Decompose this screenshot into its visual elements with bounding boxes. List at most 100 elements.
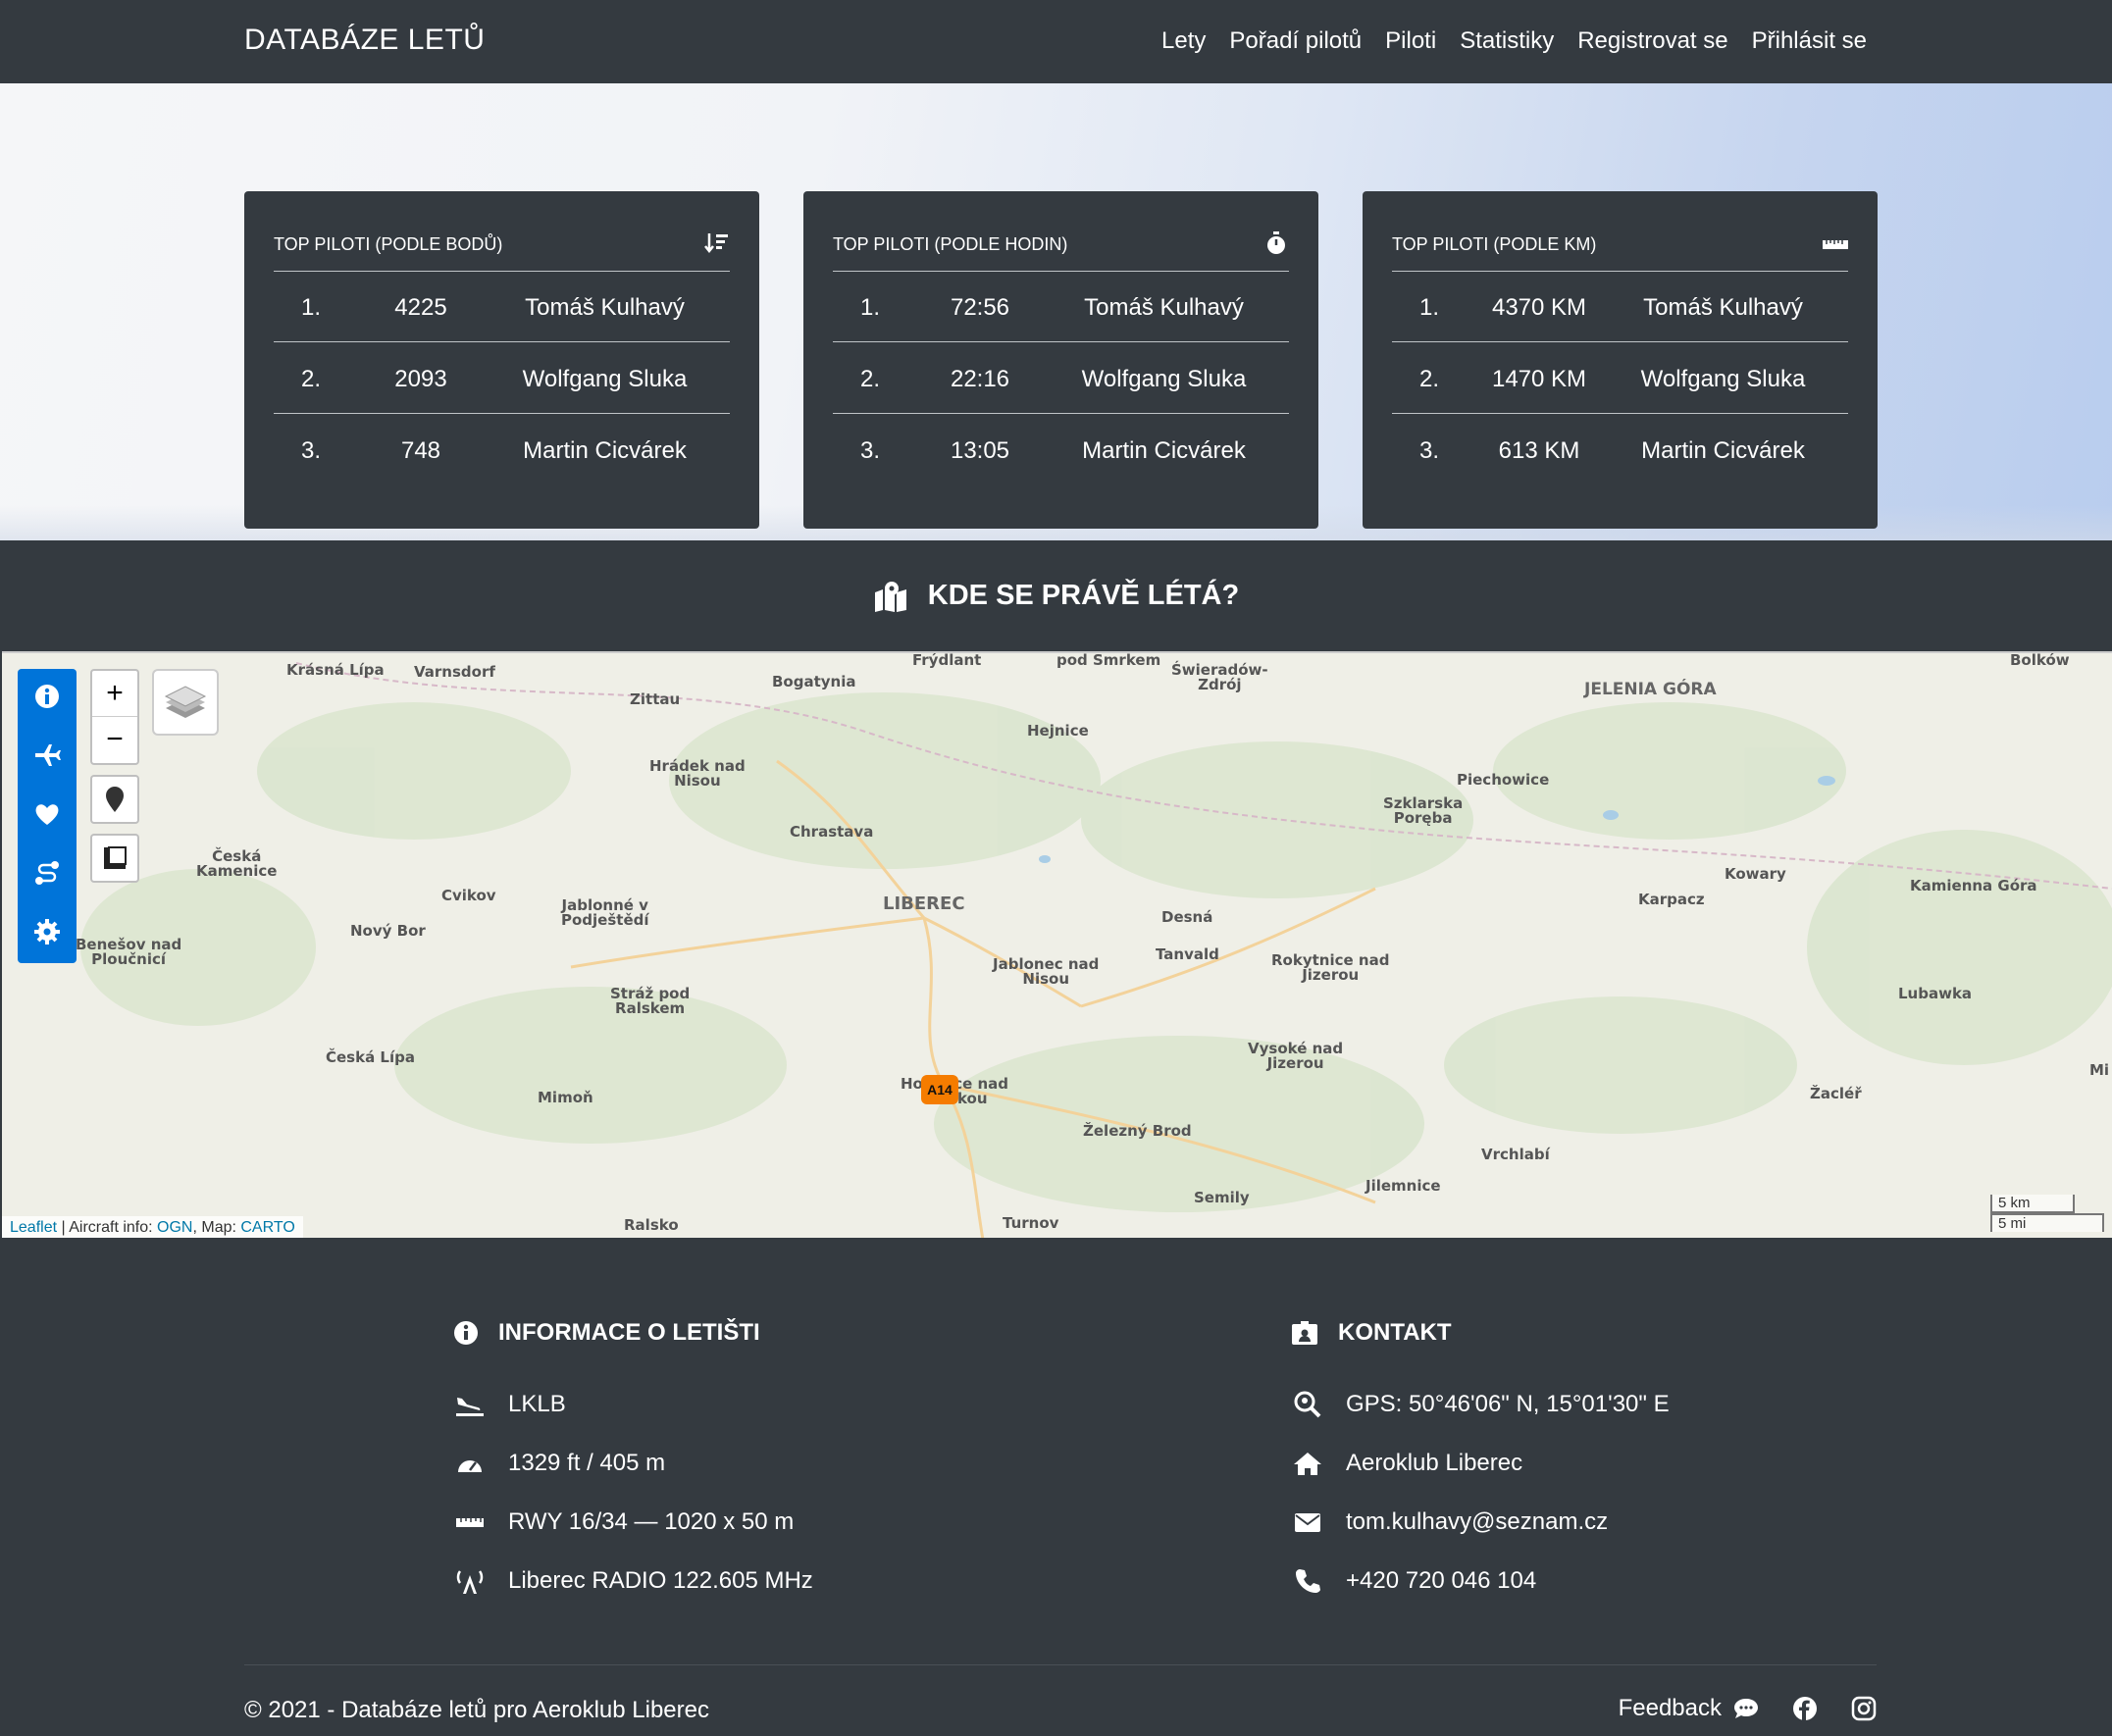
pilot-name: Martin Cicvárek [1082,437,1246,464]
zoom-out-button[interactable]: − [92,716,137,762]
plane-landing-icon [456,1398,484,1416]
map-attribution: Leaflet | Aircraft info: OGN, Map: CARTO [2,1216,303,1240]
map-place-label: Chrastava [790,823,874,841]
leaflet-link[interactable]: Leaflet [10,1219,57,1236]
attribution-text: | Aircraft info: [57,1219,158,1236]
home-icon [1294,1453,1321,1475]
gear-icon[interactable] [31,916,63,947]
map-place-label: Mi [2089,1061,2110,1079]
contact-gps: GPS: 50°46'06" N, 15°01'30" E [1291,1375,1670,1434]
nav-link-prihlasit[interactable]: Přihlásit se [1752,27,1867,55]
top-pilots-km-card: TOP PILOTI (PODLE KM) 1. 4370 KM Tomáš K… [1363,191,1878,529]
locate-button[interactable] [90,775,139,824]
layers-button[interactable] [152,669,219,736]
table-row: 1. 72:56 Tomáš Kulhavý [833,271,1289,342]
map-place-label: LIBEREC [883,894,965,914]
aircraft-marker[interactable]: A14 [921,1075,958,1104]
nav-link-lety[interactable]: Lety [1161,27,1206,55]
contact-email-link[interactable]: tom.kulhavy@seznam.cz [1346,1508,1608,1536]
main-nav: Lety Pořadí pilotů Piloti Statistiky Reg… [1161,27,1867,55]
map-place-label: Lubawka [1898,985,1973,1002]
stopwatch-icon [1267,231,1285,254]
footer-links: Feedback [1619,1695,1877,1722]
copyright: © 2021 - Databáze letů pro Aeroklub Libe… [244,1697,709,1723]
nav-link-poradi-pilotu[interactable]: Pořadí pilotů [1229,27,1362,55]
carto-link[interactable]: CARTO [240,1219,294,1236]
broadcast-tower-icon [456,1570,484,1594]
measure-button[interactable] [90,834,139,883]
route-icon[interactable] [31,857,63,889]
feedback-label: Feedback [1618,1695,1722,1721]
hours-value: 22:16 [950,366,1010,392]
rank: 2. [1419,366,1440,392]
contact-phone: +420 720 046 104 [1291,1552,1670,1610]
heart-icon[interactable] [31,798,63,830]
table-row: 3. 613 KM Martin Cicvárek [1392,414,1848,485]
map-place-label: Desná [1161,908,1213,926]
map-place-label: Železný Brod [1083,1122,1192,1140]
map-place-label: Vysoké nad Jizerou [1248,1040,1344,1072]
airport-info-column: INFORMACE O LETIŠTI LKLB 1329 ft / 405 m… [453,1316,813,1610]
scale-km: 5 km [1990,1195,2075,1213]
map-place-label: JELENIA GÓRA [1584,680,1717,699]
instagram-icon[interactable] [1851,1696,1877,1721]
hours-value: 13:05 [950,437,1010,464]
ruler-icon [456,1518,484,1527]
contact-column: KONTAKT GPS: 50°46'06" N, 15°01'30" E Ae… [1291,1316,1670,1610]
airport-runway-text: RWY 16/34 — 1020 x 50 m [508,1508,795,1535]
card-title: TOP PILOTI (PODLE KM) [1392,234,1597,254]
km-value: 1470 KM [1491,366,1587,392]
feedback-link[interactable]: Feedback [1619,1695,1759,1722]
km-value: 613 KM [1498,437,1580,464]
brand-link[interactable]: DATABÁZE LETŮ [244,24,485,57]
info-circle-icon[interactable] [31,681,63,712]
hero-section: TOP PILOTI (PODLE BODŮ) 1. 4225 Tomáš Ku… [0,83,2112,540]
map-place-label: Žacléř [1810,1085,1862,1102]
scale-mi: 5 mi [1990,1213,2104,1232]
footer: INFORMACE O LETIŠTI LKLB 1329 ft / 405 m… [0,1238,2112,1736]
nav-link-registrovat[interactable]: Registrovat se [1577,27,1727,55]
map-place-label: Vrchlabí [1481,1146,1550,1163]
contact-title: KONTAKT [1338,1319,1452,1346]
map-marked-icon [874,581,906,612]
zoom-in-button[interactable]: + [92,671,137,716]
airport-icao: LKLB [453,1375,813,1434]
airport-radio-text: Liberec RADIO 122.605 MHz [508,1567,813,1594]
top-pilots-hours-card: TOP PILOTI (PODLE HODIN) 1. 72:56 Tomáš … [803,191,1318,529]
rank: 2. [301,366,322,392]
map-place-label: Świeradów- Zdrój [1171,661,1268,693]
card-title: TOP PILOTI (PODLE BODŮ) [274,234,503,254]
map-place-label: Frýdlant [912,651,982,669]
points-value: 748 [400,437,441,464]
facebook-icon[interactable] [1792,1696,1818,1721]
top-pilots-points-card: TOP PILOTI (PODLE BODŮ) 1. 4225 Tomáš Ku… [244,191,759,529]
card-title: TOP PILOTI (PODLE HODIN) [833,234,1068,254]
pilot-name: Wolfgang Sluka [522,366,688,392]
ogn-link[interactable]: OGN [157,1219,192,1236]
live-flights-map[interactable]: Krásná Lípa Varnsdorf Zittau Bogatynia F… [2,651,2112,1240]
layers-icon [164,686,207,718]
map-place-label: Jilemnice [1365,1177,1441,1195]
footer-divider [244,1664,1877,1665]
table-row: 3. 748 Martin Cicvárek [274,414,730,485]
map-place-label: Jablonec nad Nisou [993,955,1100,988]
navbar: DATABÁZE LETŮ Lety Pořadí pilotů Piloti … [0,0,2112,83]
points-value: 2093 [394,366,447,392]
airport-info-heading: INFORMACE O LETIŠTI [453,1316,813,1350]
map-place-label: Varnsdorf [414,663,495,681]
map-place-label: Kamienna Góra [1910,877,2037,894]
tachometer-icon [458,1460,482,1472]
address-card-icon [1292,1321,1317,1345]
nav-link-statistiky[interactable]: Statistiky [1460,27,1554,55]
pilot-name: Martin Cicvárek [523,437,687,464]
attribution-text: , Map: [192,1219,241,1236]
nav-link-piloti[interactable]: Piloti [1385,27,1436,55]
plane-icon[interactable] [31,740,63,771]
map-place-label: Semily [1194,1189,1250,1206]
points-value: 4225 [394,294,447,321]
pilot-name: Tomáš Kulhavý [525,294,685,321]
airport-elevation-text: 1329 ft / 405 m [508,1450,666,1476]
zoom-control: + − [90,669,139,765]
table-row: 1. 4370 KM Tomáš Kulhavý [1392,271,1848,342]
contact-phone-link[interactable]: +420 720 046 104 [1346,1567,1536,1595]
